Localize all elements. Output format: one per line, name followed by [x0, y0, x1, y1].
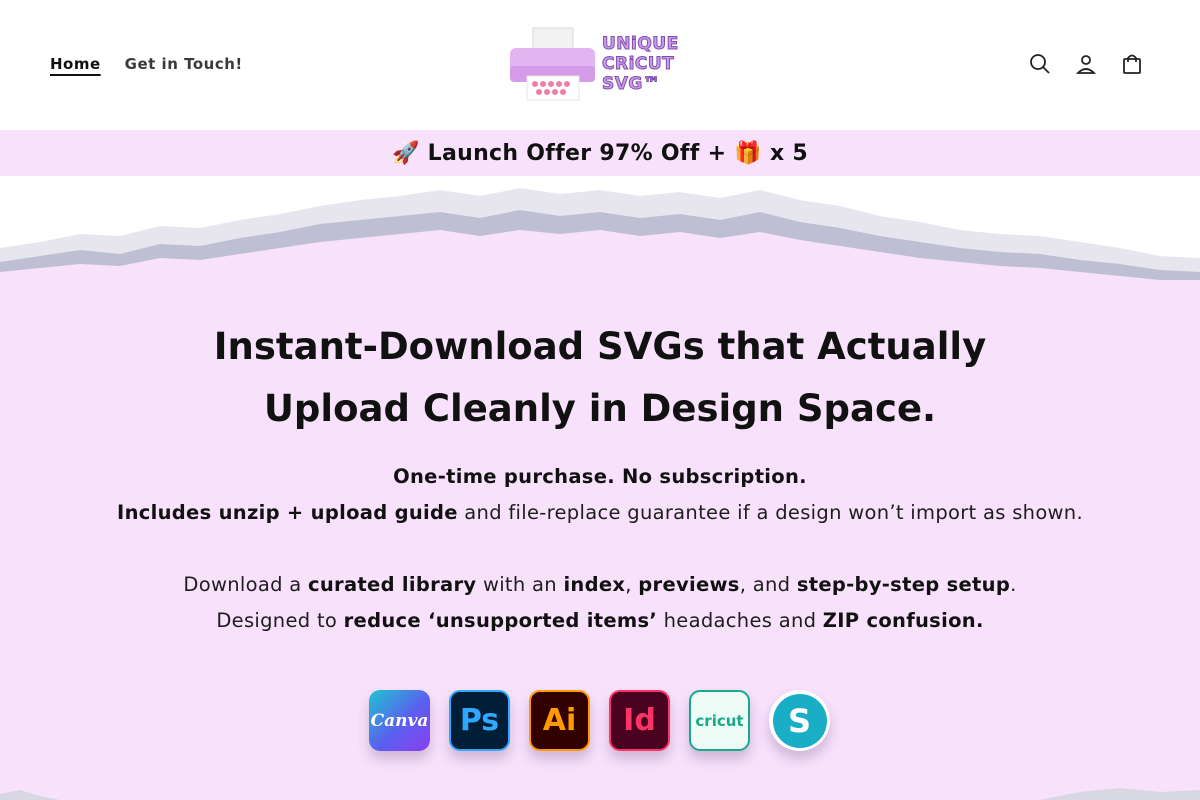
hero-p4-bold-b: reduce ‘unsupported items’ — [343, 609, 658, 632]
bottom-torn-edge — [0, 784, 1200, 800]
photoshop-icon: Ps — [449, 690, 510, 751]
hero-p3-bold-b: curated library — [308, 573, 477, 596]
indesign-icon: Id — [609, 690, 670, 751]
illustrator-icon: Ai — [529, 690, 590, 751]
hero-p4-bold-d: ZIP confusion. — [822, 609, 984, 632]
hero-p2-bold: Includes unzip + upload guide — [117, 501, 458, 524]
hero-p3-text-c: with an — [476, 573, 564, 596]
hero-p3-bold-f: previews — [638, 573, 740, 596]
hero-p1-bold: One-time purchase. No subscription. — [393, 465, 807, 488]
logo-wordmark: UNiQUE CRiCUT SVG™ — [602, 34, 700, 95]
headline-line-2: Upload Cleanly in Design Space. — [263, 387, 937, 430]
indesign-icon-label: Id — [623, 703, 656, 738]
header-icons — [1028, 52, 1144, 76]
cart-icon[interactable] — [1120, 52, 1144, 76]
account-icon[interactable] — [1074, 52, 1098, 76]
logo-line-1: UNiQUE — [602, 34, 679, 55]
illustrator-icon-label: Ai — [542, 703, 577, 738]
photoshop-icon-label: Ps — [459, 703, 500, 738]
hero-p3-text-a: Download a — [183, 573, 308, 596]
hero-p3-bold-d: index — [563, 573, 626, 596]
cricut-icon-label: cricut — [695, 711, 744, 730]
silhouette-icon: S — [769, 690, 830, 751]
announcement-bar[interactable]: 🚀 Launch Offer 97% Off + 🎁 x 5 — [0, 130, 1200, 176]
hero-p4-text-a: Designed to — [216, 609, 344, 632]
hero-p4-text-c: headaches and — [657, 609, 823, 632]
canva-icon: Canva — [369, 690, 430, 751]
hero-paragraph-2: Includes unzip + upload guide and file-r… — [0, 495, 1200, 531]
announcement-text: 🚀 Launch Offer 97% Off + 🎁 x 5 — [392, 140, 808, 166]
hero-p3-bold-h: step-by-step setup — [796, 573, 1011, 596]
printer-logo-icon — [510, 27, 595, 101]
hero-paragraph-1: One-time purchase. No subscription. — [0, 459, 1200, 495]
canva-icon-label: Canva — [370, 710, 429, 731]
site-header: Home Get in Touch! UNiQUE CRiCUT SVG™ — [0, 0, 1200, 130]
silhouette-icon-label: S — [787, 701, 812, 740]
hero-section: Instant-Download SVGs that Actually Uplo… — [0, 286, 1200, 786]
nav-link-get-in-touch[interactable]: Get in Touch! — [125, 55, 243, 73]
search-icon[interactable] — [1028, 52, 1052, 76]
hero-paragraph-3: Download a curated library with an index… — [0, 567, 1200, 603]
hero-paragraph-4: Designed to reduce ‘unsupported items’ h… — [0, 603, 1200, 639]
logo-line-3: SVG™ — [602, 74, 661, 95]
hero-headline: Instant-Download SVGs that Actually Uplo… — [0, 316, 1200, 440]
site-logo[interactable]: UNiQUE CRiCUT SVG™ — [505, 26, 700, 106]
headline-line-1: Instant-Download SVGs that Actually — [213, 325, 987, 368]
hero-p2-text: and file-replace guarantee if a design w… — [457, 501, 1083, 524]
hero-p3-text-g: , and — [739, 573, 797, 596]
hero-p3-text-i: . — [1010, 573, 1017, 596]
main-nav: Home Get in Touch! — [50, 55, 243, 73]
cricut-icon: cricut — [689, 690, 750, 751]
hero-p3-text-e: , — [625, 573, 639, 596]
nav-link-home[interactable]: Home — [50, 55, 101, 73]
torn-paper-divider — [0, 176, 1200, 288]
logo-line-2: CRiCUT — [602, 54, 675, 75]
app-icon-row: Canva Ps Ai Id cricut S — [369, 690, 830, 751]
